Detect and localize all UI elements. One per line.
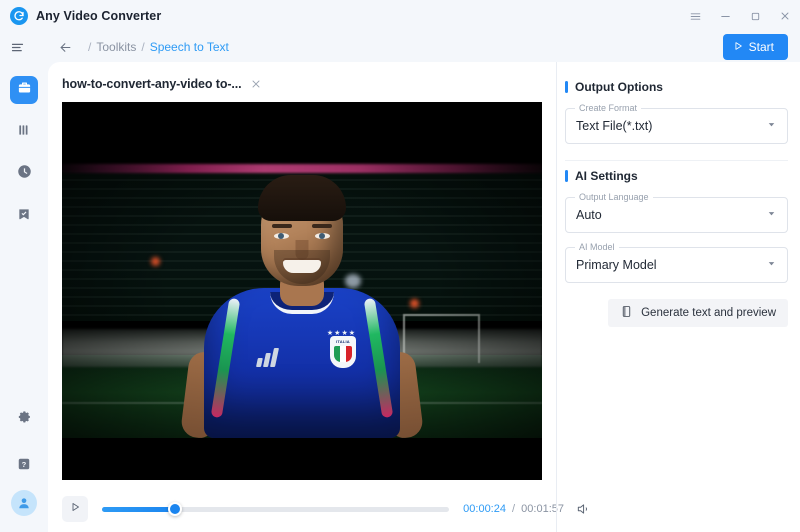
ai-model-select[interactable]: AI Model Primary Model <box>565 242 788 283</box>
back-button[interactable] <box>58 40 73 55</box>
sidebar-item-settings[interactable] <box>10 406 38 434</box>
progress-thumb[interactable] <box>167 502 182 516</box>
generate-row: Generate text and preview <box>565 299 788 327</box>
app-window: Any Video Converter / Toolkits / Speech … <box>0 0 800 532</box>
user-avatar-icon[interactable] <box>11 490 37 516</box>
library-icon <box>17 123 31 142</box>
ai-settings-heading: AI Settings <box>565 169 788 183</box>
sidebar-item-help[interactable]: ? <box>10 452 38 480</box>
current-time: 00:00:24 <box>463 503 506 515</box>
create-format-select[interactable]: Create Format Text File(*.txt) <box>565 103 788 144</box>
ai-settings-title: AI Settings <box>575 169 638 183</box>
start-button[interactable]: Start <box>722 34 788 60</box>
video-tab-title: how-to-convert-any-video to-... <box>62 77 242 91</box>
breadcrumb-current[interactable]: Speech to Text <box>150 40 229 54</box>
play-triangle-icon <box>69 500 81 518</box>
create-format-label: Create Format <box>575 103 642 114</box>
breadcrumb-separator-1: / <box>88 40 92 54</box>
video-frame: ★★★★ ITALIA <box>62 102 542 480</box>
sidebar-item-history[interactable] <box>10 160 38 188</box>
generate-text-and-preview-button[interactable]: Generate text and preview <box>608 299 788 327</box>
play-triangle-icon <box>733 40 743 54</box>
minimize-button[interactable] <box>710 1 740 31</box>
toolbox-icon <box>17 80 32 100</box>
output-options-heading: Output Options <box>565 80 788 94</box>
play-button[interactable] <box>62 496 88 522</box>
video-preview[interactable]: ★★★★ ITALIA <box>62 102 542 480</box>
start-button-label: Start <box>748 40 774 54</box>
output-options-title: Output Options <box>575 80 663 94</box>
toolbar: / Toolkits / Speech to Text Start <box>0 32 800 62</box>
chevron-down-icon <box>766 256 777 274</box>
gear-icon <box>17 410 32 430</box>
sidebar-item-library[interactable] <box>10 118 38 146</box>
output-language-select[interactable]: Output Language Auto <box>565 192 788 233</box>
close-button[interactable] <box>770 1 800 31</box>
generate-button-label: Generate text and preview <box>641 307 776 319</box>
app-logo-icon <box>10 7 28 25</box>
chevron-down-icon <box>766 117 777 135</box>
sidebar-item-tasks[interactable] <box>10 202 38 230</box>
sidebar: ? <box>0 62 48 532</box>
crest-text: ITALIA <box>336 339 350 345</box>
create-format-value: Text File(*.txt) <box>576 119 653 133</box>
maximize-button[interactable] <box>740 1 770 31</box>
menu-button[interactable] <box>680 1 710 31</box>
title-bar: Any Video Converter <box>0 0 800 32</box>
jersey-crest: ITALIA <box>330 336 356 369</box>
sidebar-item-toolkits[interactable] <box>10 76 38 104</box>
progress-fill <box>102 506 175 512</box>
time-display: 00:00:24 / 00:01:57 <box>463 503 564 515</box>
breadcrumb: / Toolkits / Speech to Text <box>83 40 229 54</box>
section-accent-bar <box>565 81 568 93</box>
soccer-player-figure: ★★★★ ITALIA <box>179 175 425 441</box>
breadcrumb-separator-2: / <box>141 40 145 54</box>
video-tab: how-to-convert-any-video to-... <box>62 77 262 91</box>
output-language-label: Output Language <box>575 192 653 203</box>
svg-text:?: ? <box>22 459 27 468</box>
section-accent-bar <box>565 170 568 182</box>
breadcrumb-parent[interactable]: Toolkits <box>96 40 136 54</box>
document-icon <box>620 305 633 321</box>
sidebar-toggle-icon[interactable] <box>0 40 34 55</box>
chevron-down-icon <box>766 206 777 224</box>
checklist-icon <box>17 207 31 226</box>
options-panel: Output Options Create Format Text File(*… <box>557 62 800 532</box>
panel-separator <box>565 160 788 161</box>
time-separator: / <box>512 503 516 515</box>
progress-bar[interactable] <box>102 502 450 516</box>
clock-icon <box>17 164 32 184</box>
ai-model-label: AI Model <box>575 242 619 253</box>
player-controls: 00:00:24 / 00:01:57 <box>62 494 590 524</box>
question-mark-icon: ? <box>17 457 31 476</box>
ai-model-value: Primary Model <box>576 258 657 272</box>
output-language-value: Auto <box>576 208 602 222</box>
app-title: Any Video Converter <box>36 9 162 23</box>
close-icon[interactable] <box>250 78 262 90</box>
window-controls <box>680 1 800 31</box>
